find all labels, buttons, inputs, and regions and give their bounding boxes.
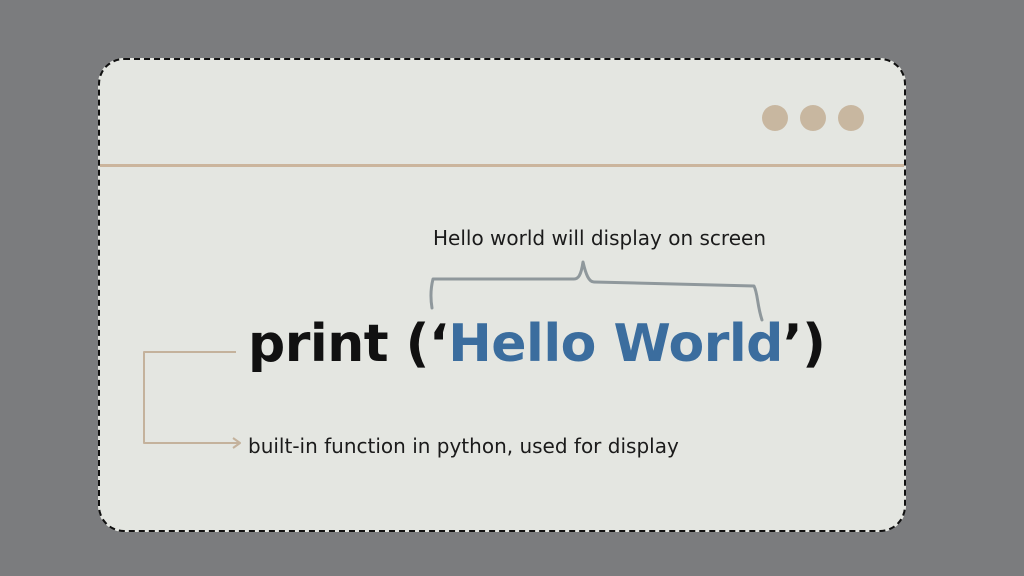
- annotation-overlay: [143, 260, 764, 449]
- curly-brace-icon: [429, 260, 764, 322]
- arrow-connector-icon: [143, 351, 241, 449]
